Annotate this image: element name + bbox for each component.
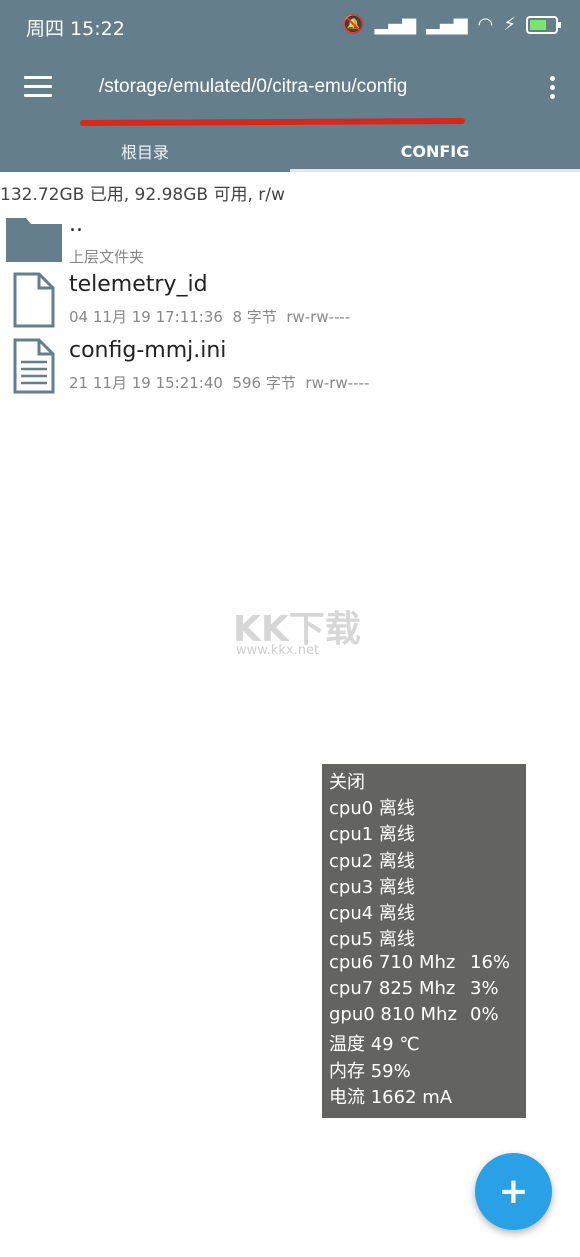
list-item-telemetry-id[interactable]: telemetry_id 04 11月 19 17:11:36 8 字节 rw-…	[0, 272, 580, 336]
item-meta: 上层文件夹	[69, 248, 145, 266]
bell-off-icon: 🔕	[342, 14, 365, 35]
monitor-line: cpu4 离线	[329, 903, 415, 924]
red-annotation-underline	[79, 117, 466, 127]
signal-icon: ▂▄▆	[426, 14, 468, 35]
item-meta: 21 11月 19 15:21:40 596 字节 rw-rw----	[69, 374, 370, 392]
item-name: telemetry_id	[69, 272, 208, 297]
tab-config[interactable]: CONFIG	[290, 130, 580, 172]
monitor-line: 温度 49 ℃	[329, 1034, 420, 1055]
monitor-line: cpu7 825 Mhz	[329, 978, 456, 999]
monitor-line: cpu3 离线	[329, 877, 415, 898]
plus-icon: +	[498, 1170, 529, 1212]
wifi-icon: ◠	[477, 14, 494, 35]
monitor-close[interactable]: 关闭	[329, 768, 365, 794]
signal-icon: ▂▄▆	[374, 14, 417, 35]
add-button[interactable]: +	[475, 1153, 552, 1230]
hamburger-menu-icon[interactable]	[24, 76, 52, 98]
item-name: ..	[69, 212, 83, 237]
status-icons: 🔕 ▂▄▆ ▂▄▆ ◠ ⚡	[342, 14, 561, 36]
vertical-dots-icon[interactable]	[548, 76, 556, 100]
status-time: 周四 15:22	[26, 18, 125, 40]
monitor-line: cpu1 离线	[329, 824, 415, 845]
item-meta: 04 11月 19 17:11:36 8 字节 rw-rw----	[69, 308, 351, 326]
monitor-line: cpu2 离线	[329, 851, 415, 872]
watermark-url: www.kkx.net	[236, 643, 320, 658]
charging-icon: ⚡	[503, 14, 516, 35]
monitor-value: 16%	[470, 952, 511, 973]
storage-info: 132.72GB 已用, 92.98GB 可用, r/w	[0, 185, 285, 205]
text-file-icon	[13, 338, 55, 394]
tab-root-directory[interactable]: 根目录	[0, 130, 290, 172]
status-bar: 周四 15:22 🔕 ▂▄▆ ▂▄▆ ◠ ⚡	[0, 0, 580, 50]
folder-icon	[6, 218, 62, 262]
monitor-line: 电流 1662 mA	[329, 1087, 453, 1108]
monitor-value: 0%	[470, 1004, 499, 1025]
monitor-line: cpu5 离线	[329, 929, 415, 950]
monitor-line: cpu6 710 Mhz	[329, 952, 456, 973]
performance-monitor-overlay: 关闭 cpu0 离线 cpu1 离线 cpu2 离线 cpu3 离线 cpu4 …	[322, 764, 526, 1118]
monitor-line: 内存 59%	[329, 1061, 411, 1082]
battery-icon	[526, 16, 561, 34]
list-item-config-mmj-ini[interactable]: config-mmj.ini 21 11月 19 15:21:40 596 字节…	[0, 338, 580, 402]
monitor-line: gpu0 810 Mhz	[329, 1004, 457, 1025]
list-item-parent-folder[interactable]: .. 上层文件夹	[0, 212, 580, 276]
current-path: /storage/emulated/0/citra-emu/config	[99, 76, 408, 97]
app-toolbar: 周四 15:22 🔕 ▂▄▆ ▂▄▆ ◠ ⚡ /storage/emulated…	[0, 0, 580, 172]
file-icon	[13, 272, 55, 328]
item-name: config-mmj.ini	[69, 338, 227, 363]
monitor-line: cpu0 离线	[329, 798, 415, 819]
active-tab-indicator	[290, 169, 580, 172]
monitor-value: 3%	[470, 978, 499, 999]
